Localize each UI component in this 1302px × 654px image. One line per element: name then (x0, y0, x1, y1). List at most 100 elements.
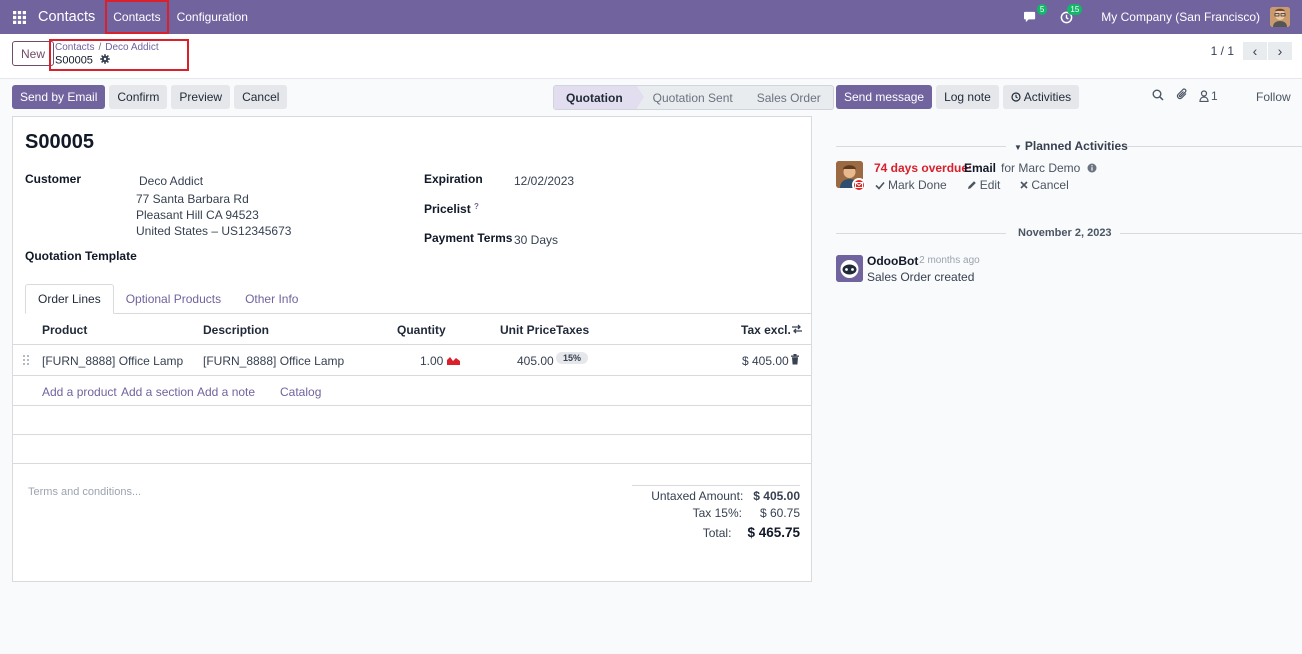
stage-quotation-sent[interactable]: Quotation Sent (637, 86, 745, 109)
stage-sales-order[interactable]: Sales Order (745, 86, 833, 109)
check-icon (875, 181, 885, 190)
status-bar: Quotation Quotation Sent Sales Order (553, 85, 834, 110)
column-description[interactable]: Description (203, 323, 269, 337)
pricelist-label-text: Pricelist (424, 202, 471, 216)
divider (1120, 233, 1302, 234)
menu-contacts[interactable]: Contacts (105, 0, 169, 34)
customer-label: Customer (25, 172, 82, 186)
activities-button[interactable]: Activities (1002, 85, 1080, 109)
breadcrumb-contacts[interactable]: Contacts (55, 42, 94, 53)
tab-optional-products[interactable]: Optional Products (114, 284, 233, 314)
trash-icon[interactable] (790, 354, 800, 368)
breadcrumb-deco-addict[interactable]: Deco Addict (105, 42, 158, 53)
paperclip-icon[interactable] (1176, 88, 1189, 104)
messages-icon[interactable]: 5 (1023, 3, 1048, 24)
pencil-icon (967, 181, 976, 189)
preview-button[interactable]: Preview (171, 85, 231, 109)
activity-for-text: for Marc Demo (1001, 161, 1081, 175)
follow-button[interactable]: Follow (1256, 90, 1291, 104)
send-by-email-button[interactable]: Send by Email (12, 85, 106, 109)
activities-badge: 15 (1067, 3, 1083, 15)
tax-row: Tax 15%: $ 60.75 (693, 506, 800, 520)
cell-unit-price[interactable]: 405.00 (517, 354, 554, 368)
company-switcher[interactable]: My Company (San Francisco) (1101, 10, 1260, 24)
planned-activities-label: Planned Activities (1024, 139, 1128, 153)
pager-value[interactable]: 1 / 1 (1211, 44, 1234, 58)
edit-link[interactable]: Edit (967, 178, 1011, 192)
breadcrumb-highlight: Contacts / Deco Addict S00005 (49, 39, 189, 71)
form-sheet: S00005 Customer Deco Addict 77 Santa Bar… (12, 116, 812, 582)
cell-description[interactable]: [FURN_8888] Office Lamp (203, 354, 344, 368)
column-quantity[interactable]: Quantity (397, 323, 446, 337)
apps-menu-icon[interactable] (0, 0, 38, 34)
terms-input[interactable]: Terms and conditions... (28, 486, 141, 498)
notebook-tabs: Order Lines Optional Products Other Info (25, 284, 812, 314)
gear-icon[interactable] (100, 54, 110, 67)
drag-handle-icon[interactable] (22, 354, 30, 369)
activity-actions: Mark Done Edit Cancel (875, 178, 1089, 192)
column-unit-price[interactable]: Unit Price (500, 323, 556, 337)
top-navbar: Contacts Contacts Configuration 5 15 My … (0, 0, 1302, 34)
tab-order-lines[interactable]: Order Lines (25, 284, 114, 314)
user-avatar[interactable] (1270, 7, 1290, 27)
tax-value: $ 60.75 (759, 506, 800, 520)
cell-quantity[interactable]: 1.00 (420, 354, 443, 368)
app-name[interactable]: Contacts (38, 9, 95, 25)
cancel-button[interactable]: Cancel (234, 85, 288, 109)
expiration-field[interactable]: 12/02/2023 (514, 174, 574, 188)
column-tax-excl[interactable]: Tax excl. (741, 323, 791, 337)
activity-clock-icon[interactable]: 15 (1060, 3, 1083, 24)
info-icon[interactable] (1087, 162, 1097, 176)
untaxed-label: Untaxed Amount: (651, 489, 744, 503)
catalog-link[interactable]: Catalog (280, 385, 321, 399)
mark-done-label: Mark Done (888, 178, 947, 192)
cancel-activity-label: Cancel (1031, 178, 1069, 192)
pager-next-icon[interactable]: › (1268, 42, 1292, 60)
column-settings-icon[interactable] (791, 323, 803, 338)
add-note-link[interactable]: Add a note (197, 385, 255, 399)
mark-done-link[interactable]: Mark Done (875, 178, 957, 192)
new-button[interactable]: New (12, 41, 55, 66)
cell-subtotal: $ 405.00 (742, 354, 789, 368)
add-product-link[interactable]: Add a product (42, 385, 117, 399)
log-note-button[interactable]: Log note (936, 85, 999, 109)
breadcrumb-separator: / (98, 42, 102, 53)
search-icon[interactable] (1152, 89, 1164, 104)
untaxed-amount-row: Untaxed Amount: $ 405.00 (651, 489, 800, 503)
message-author[interactable]: OdooBot (867, 254, 918, 268)
activity-type: Email (964, 161, 997, 175)
confirm-button[interactable]: Confirm (109, 85, 168, 109)
payment-terms-field[interactable]: 30 Days (514, 233, 558, 247)
divider (1126, 146, 1302, 147)
menu-configuration[interactable]: Configuration (169, 0, 256, 34)
pager-previous-icon[interactable]: ‹ (1243, 42, 1267, 60)
customer-address-line-2: Pleasant Hill CA 94523 (136, 208, 259, 222)
activity-overdue: 74 days overdue: (874, 161, 973, 175)
add-section-link[interactable]: Add a section (121, 385, 194, 399)
column-taxes[interactable]: Taxes (556, 323, 589, 337)
add-line-row: Add a product Add a section Add a note C… (13, 376, 811, 406)
date-separator: November 2, 2023 (1018, 227, 1112, 239)
quotation-template-label: Quotation Template (25, 249, 137, 263)
stage-quotation[interactable]: Quotation (554, 86, 644, 109)
chatter-buttons: Send message Log note Activities (836, 85, 1083, 109)
customer-address-line-3: United States – US12345673 (136, 224, 292, 238)
cancel-activity-link[interactable]: Cancel (1020, 178, 1078, 192)
table-row[interactable]: [FURN_8888] Office Lamp [FURN_8888] Offi… (13, 345, 811, 376)
column-product[interactable]: Product (42, 323, 87, 337)
customer-field[interactable]: Deco Addict (139, 174, 203, 188)
message-time: - 2 months ago (913, 255, 980, 266)
pricelist-help-icon[interactable]: ? (474, 202, 479, 211)
breadcrumb: Contacts / Deco Addict (55, 42, 159, 53)
send-message-button[interactable]: Send message (836, 85, 933, 109)
tab-other-info[interactable]: Other Info (233, 284, 310, 314)
envelope-icon (852, 178, 866, 192)
forecast-chart-icon[interactable] (447, 354, 460, 368)
cell-product[interactable]: [FURN_8888] Office Lamp (42, 354, 183, 368)
activity-assignee: for Marc Demo (1001, 161, 1097, 176)
customer-address-line-1: 77 Santa Barbara Rd (136, 192, 249, 206)
planned-activities-toggle[interactable]: ▼ Planned Activities (1014, 139, 1128, 153)
record-title: S00005 (25, 131, 94, 153)
tax-badge[interactable]: 15% (556, 352, 589, 364)
followers-icon[interactable]: 1 (1199, 89, 1218, 103)
